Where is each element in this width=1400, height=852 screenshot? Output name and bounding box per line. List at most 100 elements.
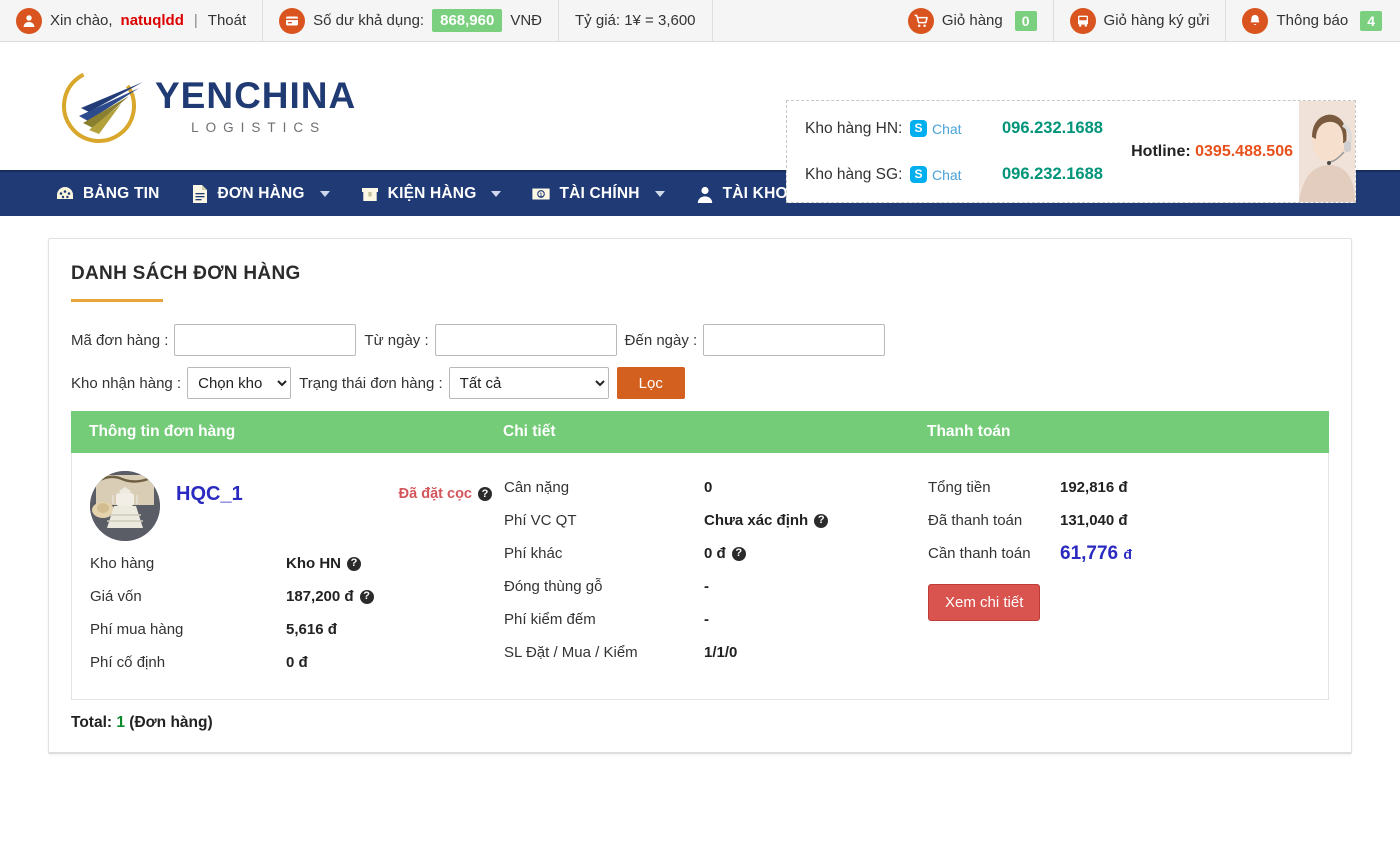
order-code-label: Mã đơn hàng :: [71, 332, 168, 349]
payment-value-paid: 131,040 đ: [1060, 512, 1128, 529]
info-row-purchase-fee: Phí mua hàng 5,616 đ: [90, 613, 504, 646]
payment-value-due-amount: 61,776: [1060, 543, 1118, 564]
box-icon: [360, 184, 380, 204]
help-icon[interactable]: ?: [360, 590, 374, 604]
detail-value-quantities: 1/1/0: [704, 644, 737, 661]
nav-item-don-hang[interactable]: ĐƠN HÀNG: [190, 184, 346, 204]
payment-value-total: 192,816 đ: [1060, 479, 1128, 496]
topbar-spacer: [713, 0, 892, 41]
help-icon[interactable]: ?: [347, 557, 361, 571]
info-row-warehouse: Kho hàng Kho HN ?: [90, 547, 504, 580]
warehouse-select[interactable]: Chọn kho: [187, 367, 291, 399]
detail-value-intl-shipping: Chưa xác định ?: [704, 512, 828, 529]
detail-key-wooden-crate: Đóng thùng gỗ: [504, 578, 704, 595]
detail-key-other-fee: Phí khác: [504, 545, 704, 562]
nav-label-kien-hang: KIỆN HÀNG: [388, 185, 477, 203]
detail-row-other-fee: Phí khác 0 đ ?: [504, 537, 928, 570]
user-icon: [16, 8, 42, 34]
username: natuqldd: [121, 12, 184, 29]
svg-text:1: 1: [540, 193, 543, 199]
exchange-rate-text: Tỷ giá: 1¥ = 3,600: [575, 12, 696, 29]
topbar-right-group: Giỏ hàng 0 Giỏ hàng ký gửi Thông báo 4: [892, 0, 1400, 41]
help-icon[interactable]: ?: [478, 487, 492, 501]
contact-row-sg: Kho hàng SG: S Chat 096.232.1688: [805, 152, 1103, 198]
dashboard-icon: [55, 184, 75, 204]
logo-mark-icon: [55, 60, 151, 152]
hotline-label: Hotline:: [1131, 143, 1191, 160]
logo-sub-text: LOGISTICS: [191, 120, 326, 135]
table-row: HQC_1 Đã đặt cọc ? Kho hàng Kho HN ? Giá…: [71, 453, 1329, 700]
detail-key-weight: Cân nặng: [504, 479, 704, 496]
money-icon: 1: [531, 184, 551, 204]
consignment-cart-group[interactable]: Giỏ hàng ký gửi: [1054, 0, 1227, 41]
exchange-rate-group: Tỷ giá: 1¥ = 3,600: [559, 0, 713, 41]
product-thumbnail[interactable]: [90, 471, 160, 541]
site-header: YENCHINA LOGISTICS Kho hàng HN: S Chat 0…: [0, 42, 1400, 170]
orders-total-line: Total: 1 (Đơn hàng): [71, 714, 1329, 732]
orders-panel: DANH SÁCH ĐƠN HÀNG Mã đơn hàng : Từ ngày…: [48, 238, 1352, 754]
cart-count-badge: 0: [1015, 11, 1037, 31]
logo-wordmark: YENCHINA LOGISTICS: [155, 77, 356, 135]
detail-row-weight: Cân nặng 0: [504, 471, 928, 504]
payment-value-due: 61,776 đ: [1060, 543, 1132, 565]
help-icon[interactable]: ?: [732, 547, 746, 561]
nav-item-tai-chinh[interactable]: 1 TÀI CHÍNH: [531, 184, 680, 204]
nav-item-kien-hang[interactable]: KIỆN HÀNG: [360, 184, 518, 204]
contact-box: Kho hàng HN: S Chat 096.232.1688 Kho hàn…: [786, 100, 1356, 203]
skype-chat-sg[interactable]: S Chat: [910, 166, 1002, 183]
nav-item-bang-tin[interactable]: BẢNG TIN: [55, 184, 176, 204]
filter-row-2: Kho nhận hàng : Chọn kho Trạng thái đơn …: [71, 367, 1329, 399]
info-row-cost: Giá vốn 187,200 đ ?: [90, 580, 504, 613]
logout-link[interactable]: Thoát: [208, 12, 246, 29]
order-code-link[interactable]: HQC_1: [176, 483, 243, 506]
logo-main-text: YENCHINA: [155, 77, 356, 114]
header-details: Chi tiết: [503, 423, 927, 441]
person-icon: [695, 184, 715, 204]
site-logo[interactable]: YENCHINA LOGISTICS: [55, 60, 356, 152]
order-code-input[interactable]: [174, 324, 356, 356]
help-icon[interactable]: ?: [814, 514, 828, 528]
greeting-text: Xin chào,: [50, 12, 113, 29]
wallet-icon: [279, 8, 305, 34]
contact-label-hn: Kho hàng HN:: [805, 120, 910, 138]
consignment-cart-label: Giỏ hàng ký gửi: [1104, 12, 1210, 29]
info-key-cost: Giá vốn: [90, 588, 286, 605]
balance-currency: VNĐ: [510, 12, 542, 29]
hotline-number: 0395.488.506: [1195, 143, 1293, 160]
info-key-purchase-fee: Phí mua hàng: [90, 621, 286, 638]
notifications-group[interactable]: Thông báo 4: [1226, 0, 1400, 41]
to-date-input[interactable]: [703, 324, 885, 356]
cart-label: Giỏ hàng: [942, 12, 1003, 29]
notifications-count-badge: 4: [1360, 11, 1382, 31]
view-detail-button[interactable]: Xem chi tiết: [928, 584, 1040, 621]
phone-number-sg: 096.232.1688: [1002, 165, 1103, 184]
skype-chat-hn[interactable]: S Chat: [910, 120, 1002, 137]
hotline: Hotline: 0395.488.506: [1131, 143, 1293, 161]
info-value-warehouse: Kho HN ?: [286, 555, 361, 572]
chevron-down-icon: [491, 191, 501, 197]
nav-label-don-hang: ĐƠN HÀNG: [218, 185, 305, 203]
support-agent-photo: [1299, 101, 1355, 202]
detail-key-inspection-fee: Phí kiểm đếm: [504, 611, 704, 628]
order-status-select[interactable]: Tất cả: [449, 367, 609, 399]
payment-key-total: Tổng tiền: [928, 479, 1060, 496]
info-key-warehouse: Kho hàng: [90, 555, 286, 572]
balance-value: 868,960: [432, 9, 502, 32]
header-payment: Thanh toán: [927, 423, 1329, 441]
filter-button[interactable]: Lọc: [617, 367, 685, 399]
skype-icon: S: [910, 166, 927, 183]
total-count: 1: [116, 714, 125, 731]
from-date-input[interactable]: [435, 324, 617, 356]
payment-row-paid: Đã thanh toán 131,040 đ: [928, 504, 1328, 537]
info-key-fixed-fee: Phí cố định: [90, 654, 286, 671]
skype-chat-label-sg: Chat: [932, 167, 962, 183]
from-date-label: Từ ngày :: [364, 332, 428, 349]
title-underline: [71, 299, 163, 302]
contact-label-sg: Kho hàng SG:: [805, 166, 910, 184]
cart-group[interactable]: Giỏ hàng 0: [892, 0, 1054, 41]
header-order-info: Thông tin đơn hàng: [71, 423, 503, 441]
order-details-column: Cân nặng 0 Phí VC QT Chưa xác định ? Phí…: [504, 471, 928, 679]
detail-value-other-fee-text: 0 đ: [704, 545, 726, 562]
contact-rows: Kho hàng HN: S Chat 096.232.1688 Kho hàn…: [787, 106, 1103, 198]
payment-value-due-currency: đ: [1123, 546, 1132, 562]
